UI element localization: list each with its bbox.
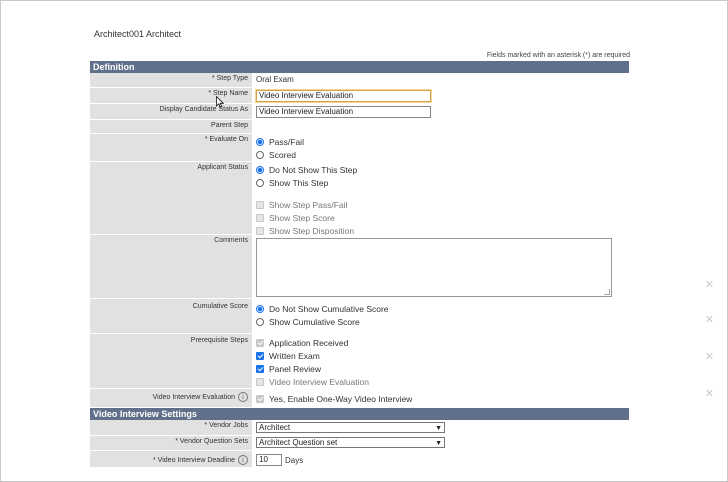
page-title: Architect001 Architect [94, 29, 182, 39]
deadline-input[interactable]: 10 [256, 454, 282, 466]
section-definition: Definition [90, 61, 629, 73]
checkbox[interactable] [256, 200, 264, 209]
step-type-value: Oral Exam [252, 73, 629, 87]
row-parent-step: Parent Step [90, 120, 629, 134]
prerequisite-steps-label: Prerequisite Steps [90, 334, 252, 388]
comments-label: Comments [90, 235, 252, 298]
row-prerequisite-steps: Prerequisite Steps Application Received … [90, 334, 629, 389]
close-icon[interactable]: ✕ [705, 278, 714, 291]
close-icon[interactable]: ✕ [705, 350, 714, 363]
checkbox[interactable] [256, 226, 264, 235]
check-enable-video-interview[interactable]: Yes, Enable One-Way Video Interview [256, 392, 629, 405]
row-evaluate-on: * Evaluate On Pass/Fail Scored [90, 134, 629, 162]
video-evaluation-label: Video Interview Evaluation [152, 394, 235, 401]
row-vendor-jobs: * Vendor Jobs Architect ▼ [90, 420, 629, 436]
row-deadline: * Video Interview Deadline i 10 Days [90, 451, 629, 468]
section-video-settings: Video Interview Settings [90, 408, 629, 420]
comments-textarea[interactable] [256, 238, 612, 297]
step-name-label: * Step Name [90, 88, 252, 103]
display-status-label: Display Candidate Status As [90, 104, 252, 119]
check-video-interview-evaluation[interactable]: Video Interview Evaluation [256, 375, 629, 388]
close-icon[interactable]: ✕ [705, 387, 714, 400]
row-display-status: Display Candidate Status As Video Interv… [90, 104, 629, 120]
checkbox[interactable] [256, 364, 264, 373]
step-name-input[interactable]: Video Interview Evaluation [255, 89, 432, 103]
radio-button[interactable] [256, 178, 264, 187]
check-written-exam[interactable]: Written Exam [256, 349, 629, 362]
info-icon[interactable]: i [238, 392, 248, 402]
row-video-evaluation: Video Interview Evaluation i Yes, Enable … [90, 389, 629, 408]
check-show-pass-fail[interactable]: Show Step Pass/Fail [256, 198, 629, 211]
radio-pass-fail[interactable]: Pass/Fail [256, 135, 629, 148]
deadline-label: * Video Interview Deadline [153, 457, 235, 464]
radio-button[interactable] [256, 137, 264, 146]
close-icon[interactable]: ✕ [705, 313, 714, 326]
row-cumulative-score: Cumulative Score Do Not Show Cumulative … [90, 299, 629, 334]
row-vendor-question-sets: * Vendor Question Sets Architect Questio… [90, 436, 629, 451]
required-note: Fields marked with an asterisk (*) are r… [486, 52, 630, 59]
checkbox[interactable] [256, 213, 264, 222]
check-show-score[interactable]: Show Step Score [256, 211, 629, 224]
checkbox[interactable] [256, 394, 264, 403]
radio-scored[interactable]: Scored [256, 148, 629, 161]
evaluate-on-label: * Evaluate On [90, 134, 252, 161]
cumulative-score-label: Cumulative Score [90, 299, 252, 333]
parent-step-label: Parent Step [90, 120, 252, 133]
vendor-jobs-label: * Vendor Jobs [90, 420, 252, 435]
applicant-status-label: Applicant Status [90, 162, 252, 234]
vendor-question-sets-select[interactable]: Architect Question set ▼ [256, 437, 445, 448]
radio-do-not-show-cumulative[interactable]: Do Not Show Cumulative Score [256, 302, 629, 315]
display-status-input[interactable]: Video Interview Evaluation [256, 106, 431, 118]
checkbox[interactable] [256, 377, 264, 386]
form-panel: Definition * Step Type Oral Exam * Step … [90, 61, 629, 468]
check-panel-review[interactable]: Panel Review [256, 362, 629, 375]
row-comments: Comments [90, 235, 629, 299]
vendor-question-sets-label: * Vendor Question Sets [90, 436, 252, 450]
chevron-down-icon: ▼ [435, 440, 442, 447]
row-step-name: * Step Name Video Interview Evaluation [90, 88, 629, 104]
vendor-jobs-select[interactable]: Architect ▼ [256, 422, 445, 433]
radio-button[interactable] [256, 317, 264, 326]
info-icon[interactable]: i [238, 455, 248, 465]
row-step-type: * Step Type Oral Exam [90, 73, 629, 88]
deadline-unit: Days [285, 455, 304, 465]
chevron-down-icon: ▼ [435, 425, 442, 432]
radio-button[interactable] [256, 150, 264, 159]
radio-do-not-show-step[interactable]: Do Not Show This Step [256, 163, 629, 176]
radio-show-cumulative[interactable]: Show Cumulative Score [256, 315, 629, 328]
radio-button[interactable] [256, 304, 264, 313]
mouse-cursor-icon [216, 96, 224, 108]
check-application-received[interactable]: Application Received [256, 336, 629, 349]
row-applicant-status: Applicant Status Do Not Show This Step S… [90, 162, 629, 236]
radio-button[interactable] [256, 165, 264, 174]
radio-show-step[interactable]: Show This Step [256, 176, 629, 189]
step-type-label: * Step Type [90, 73, 252, 87]
checkbox[interactable] [256, 351, 264, 360]
checkbox[interactable] [256, 338, 264, 347]
